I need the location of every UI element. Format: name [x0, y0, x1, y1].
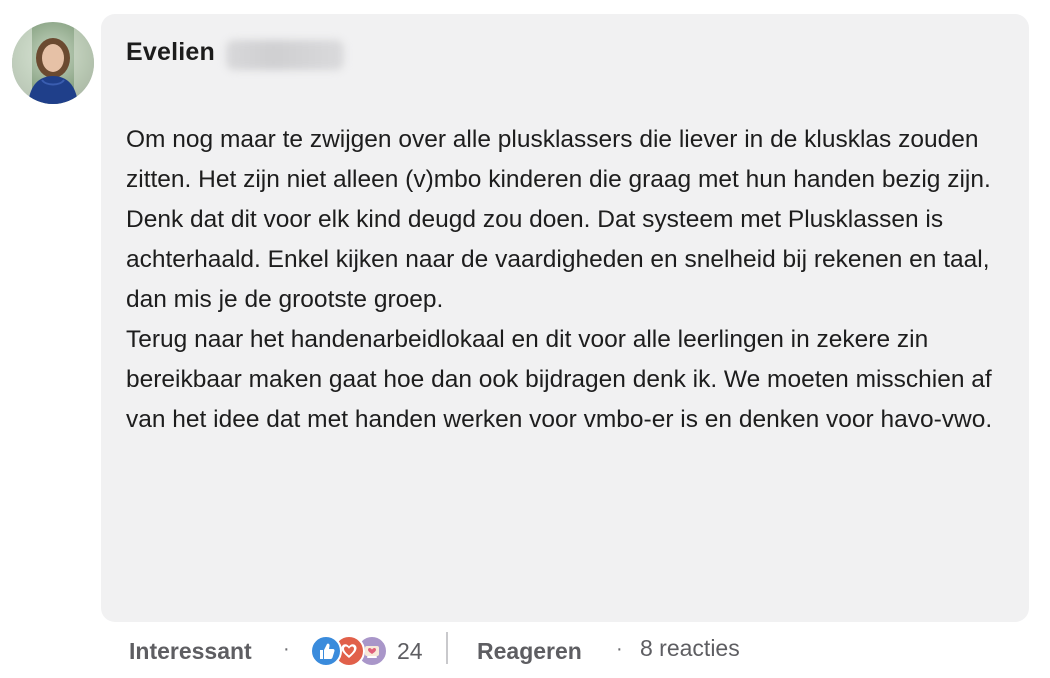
redacted-surname	[226, 40, 344, 70]
reply-button[interactable]: Reageren	[477, 638, 582, 665]
reaction-count[interactable]: 24	[397, 638, 423, 665]
replies-count-link[interactable]: 8 reacties	[640, 635, 740, 662]
avatar[interactable]	[12, 22, 94, 104]
interesting-button[interactable]: Interessant	[129, 638, 252, 665]
comment-body: Om nog maar te zwijgen over alle pluskla…	[126, 120, 1006, 440]
separator-dot: ·	[616, 638, 623, 660]
separator-dot: ·	[283, 638, 290, 660]
divider	[446, 632, 448, 664]
comment-actions: Interessant · 24 Reageren · 8 reacties	[0, 626, 1050, 678]
comment-paragraph: Om nog maar te zwijgen over alle pluskla…	[126, 126, 991, 313]
comment-paragraph: Terug naar het handenarbeidlokaal en dit…	[126, 326, 993, 433]
like-icon	[310, 635, 342, 667]
profile-photo	[12, 22, 94, 104]
author-name[interactable]: Evelien	[126, 38, 215, 67]
reaction-icons[interactable]	[310, 635, 388, 667]
